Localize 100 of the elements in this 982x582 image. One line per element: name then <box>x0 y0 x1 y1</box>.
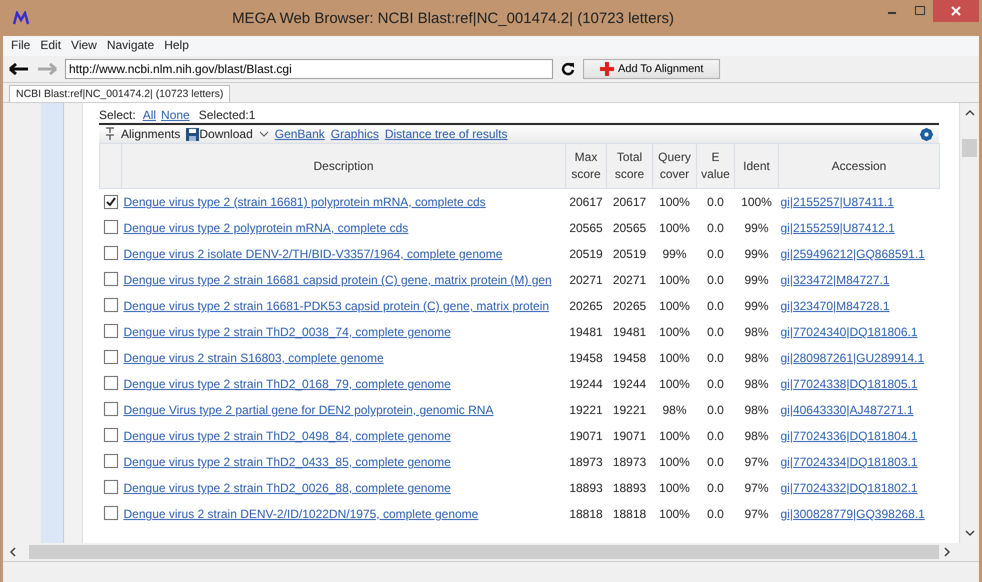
table-cell-text: 98% <box>743 324 770 341</box>
download-label[interactable]: Download <box>199 127 253 141</box>
table-cell-text: 0.0 <box>706 324 725 341</box>
accession-link[interactable]: gi|323470|M84728.1 <box>780 299 890 313</box>
table-cell-text: 100% <box>658 454 691 471</box>
accession-link[interactable]: gi|323472|M84727.1 <box>780 273 890 287</box>
scroll-right-icon[interactable] <box>943 547 951 557</box>
row-checkbox[interactable] <box>104 246 118 260</box>
accession-link[interactable]: gi|2155259|U87412.1 <box>780 221 895 235</box>
description-link[interactable]: Dengue virus type 2 strain ThD2_0168_79, complete genome <box>124 377 451 391</box>
plus-icon <box>600 62 614 76</box>
accession-link[interactable]: gi|40643330|AJ487271.1 <box>780 403 914 417</box>
description-link[interactable]: Dengue virus type 2 strain 16681-PDK53 capsid protein (C) gene, matrix protein <box>124 299 550 313</box>
add-to-alignment-button[interactable]: Add To Alignment <box>583 59 720 79</box>
accession-link[interactable]: gi|77024340|DQ181806.1 <box>780 325 918 339</box>
description-link[interactable]: Dengue virus type 2 strain ThD2_0038_74, complete genome <box>124 325 451 339</box>
description-link[interactable]: Dengue virus type 2 strain ThD2_0433_85, complete genome <box>124 455 451 469</box>
table-cell: 20617 <box>566 188 606 215</box>
table-cell-text: 100% <box>658 428 691 445</box>
refresh-icon[interactable] <box>561 62 575 76</box>
table-cell-text: 100% <box>658 272 691 289</box>
table-cell: 100% <box>734 188 778 215</box>
row-checkbox[interactable] <box>104 506 118 520</box>
row-checkbox[interactable] <box>104 324 118 338</box>
toolbar-link[interactable]: Distance tree of results <box>384 127 508 141</box>
table-cell-text: 20271 <box>612 272 648 289</box>
close-button[interactable] <box>933 0 979 22</box>
toolbar-link[interactable]: GenBank <box>274 127 325 141</box>
table-cell-text: 97% <box>743 480 770 497</box>
description-link[interactable]: Dengue virus type 2 polyprotein mRNA, complete cds <box>124 221 408 235</box>
back-arrow-icon[interactable] <box>9 63 29 75</box>
accession-link[interactable]: gi|77024338|DQ181805.1 <box>780 377 918 391</box>
table-cell-text: 20271 <box>568 272 604 289</box>
select-all-link[interactable]: All <box>142 108 156 122</box>
scroll-left-icon[interactable] <box>9 547 17 557</box>
row-checkbox[interactable] <box>104 428 118 442</box>
description-link[interactable]: Dengue virus type 2 strain 16681 capsid protein (C) gene, matrix protein (M) gen <box>124 273 552 287</box>
tab[interactable]: NCBI Blast:ref|NC_001474.2| (10723 letters) <box>9 85 230 102</box>
table-cell-text: 98% <box>743 402 770 419</box>
select-none-link[interactable]: None <box>161 108 190 122</box>
description-link[interactable]: Dengue virus 2 isolate DENV-2/TH/BID-V3357/1964, complete genome <box>124 247 502 261</box>
row-checkbox[interactable] <box>104 350 118 364</box>
toolbar-link[interactable]: Graphics <box>330 127 379 141</box>
table-cell-text: 100% <box>658 480 691 497</box>
table-cell-text: 100% <box>658 350 691 367</box>
scroll-thumb[interactable] <box>962 139 977 157</box>
accession-link[interactable]: gi|77024332|DQ181802.1 <box>780 481 918 495</box>
table-cell-text: 0.0 <box>706 246 725 263</box>
column-header: Total score <box>606 144 652 188</box>
accession-link[interactable]: gi|77024334|DQ181803.1 <box>780 455 918 469</box>
menu-item[interactable]: Edit <box>40 38 62 54</box>
column-header: Accession <box>778 144 940 188</box>
column-header: E value <box>696 144 734 188</box>
accession-link[interactable]: gi|280987261|GU289914.1 <box>780 351 924 365</box>
menu-item[interactable]: Help <box>164 38 189 54</box>
chevron-down-icon[interactable] <box>258 131 269 137</box>
table-cell-text: 0.0 <box>706 298 725 315</box>
description-link[interactable]: Dengue virus type 2 (strain 16681) polyprotein mRNA, complete cds <box>124 195 486 209</box>
table-cell-text: 99% <box>743 246 770 263</box>
alignments-label[interactable]: Alignments <box>121 127 180 141</box>
row-checkbox[interactable] <box>104 376 118 390</box>
scroll-down-icon[interactable] <box>964 529 974 537</box>
select-label: Select: <box>99 108 136 122</box>
table-cell: 20617 <box>606 188 652 215</box>
settings-icon[interactable] <box>920 128 933 140</box>
table-cell-text: 19071 <box>568 428 604 445</box>
row-checkbox[interactable] <box>104 220 118 234</box>
table-cell-text: 0.0 <box>706 220 725 237</box>
row-checkbox[interactable] <box>104 272 118 286</box>
menu-item[interactable]: File <box>11 38 30 54</box>
accession-link[interactable]: gi|259496212|GQ868591.1 <box>780 247 925 261</box>
menu-item[interactable]: View <box>71 38 97 54</box>
table-cell-text: 100% <box>658 506 691 523</box>
column-header: Ident <box>734 144 778 188</box>
accession-link[interactable]: gi|300828779|GQ398268.1 <box>780 507 925 521</box>
app-logo-icon <box>13 11 29 25</box>
address-field[interactable]: http://www.ncbi.nlm.nih.gov/blast/Blast.cgi <box>65 59 553 79</box>
column-header: Max score <box>566 144 606 188</box>
row-checkbox[interactable] <box>104 402 118 416</box>
description-link[interactable]: Dengue virus 2 strain DENV-2/ID/1022DN/1975, complete genome <box>124 507 478 521</box>
accession-link[interactable]: gi|2155257|U87411.1 <box>780 195 894 209</box>
column-header: Description <box>122 144 566 188</box>
table-cell-text: 20519 <box>612 246 648 263</box>
row-checkbox[interactable] <box>104 194 118 208</box>
selected-count: Selected:1 <box>198 108 256 122</box>
table-cell-text: 19221 <box>612 402 648 419</box>
table-cell-text: 19458 <box>568 350 604 367</box>
row-checkbox[interactable] <box>104 454 118 468</box>
scroll-up-icon[interactable] <box>964 109 974 117</box>
row-checkbox[interactable] <box>104 298 118 312</box>
table-cell-text: 19481 <box>612 324 648 341</box>
description-link[interactable]: Dengue Virus type 2 partial gene for DEN2 polyprotein, genomic RNA <box>124 403 494 417</box>
description-link[interactable]: Dengue virus 2 strain S16803, complete genome <box>124 351 384 365</box>
description-link[interactable]: Dengue virus type 2 strain ThD2_0026_88, complete genome <box>124 481 451 495</box>
menu-item[interactable]: Navigate <box>106 38 154 54</box>
accession-link[interactable]: gi|77024336|DQ181804.1 <box>780 429 918 443</box>
table-cell-text: 19244 <box>612 376 648 393</box>
scroll-thumb[interactable] <box>29 545 939 559</box>
description-link[interactable]: Dengue virus type 2 strain ThD2_0498_84, complete genome <box>124 429 451 443</box>
row-checkbox[interactable] <box>104 480 118 494</box>
